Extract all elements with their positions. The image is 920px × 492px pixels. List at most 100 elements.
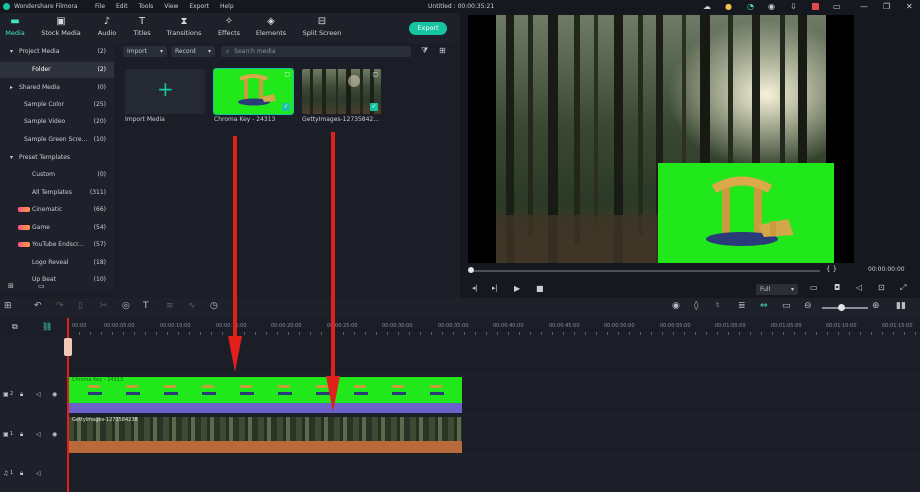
speed-icon[interactable]: ◷ <box>210 301 218 311</box>
media-item-chroma-key[interactable]: ▢ ✓ <box>213 68 294 115</box>
step-back-icon[interactable]: ◂| <box>472 284 478 292</box>
menu-edit[interactable]: Edit <box>116 3 128 10</box>
timeline-clip-chroma-key[interactable]: Chroma Key - 24313 <box>68 377 462 413</box>
zoom-out-icon[interactable]: ⊖ <box>804 301 812 311</box>
sidebar-item-cinematic[interactable]: Cinematic (66) <box>0 202 114 218</box>
media-item-forest[interactable]: ▢ ✓ <box>302 69 381 114</box>
tab-media[interactable]: ▬ Media <box>4 15 26 37</box>
split-icon[interactable]: ✂ <box>100 301 108 311</box>
menu-export[interactable]: Export <box>189 3 209 10</box>
redo-icon[interactable]: ↷ <box>56 301 64 311</box>
shield-icon[interactable]: ◊ <box>694 301 698 311</box>
sidebar-item-folder[interactable]: Folder (2) <box>0 62 114 78</box>
sidebar-item-up-beat[interactable]: Up Beat (10) <box>0 272 114 288</box>
search-input[interactable]: ⌕ Search media <box>221 46 411 57</box>
minimize-icon[interactable]: — <box>860 0 868 13</box>
snapshot-icon[interactable]: ◘ <box>834 283 840 292</box>
mute-icon[interactable]: ◁ <box>36 391 41 398</box>
lock-icon[interactable]: 🔒︎ <box>20 391 23 399</box>
tab-audio[interactable]: ♪ Audio <box>96 15 118 37</box>
green-screen-overlay[interactable] <box>658 163 834 263</box>
link-icon[interactable]: ⛓ <box>42 322 52 331</box>
timeline-ruler[interactable]: 00:00 00:00:05:00 00:00:10:00 00:00:15:0… <box>68 318 920 336</box>
sidebar-item-youtube-endscreen[interactable]: YouTube Endscr... (57) <box>0 237 114 253</box>
monitor-icon[interactable]: ▭ <box>810 283 818 292</box>
mute-icon[interactable]: ◁ <box>36 470 41 477</box>
lock-icon[interactable]: 🔒︎ <box>20 470 23 478</box>
mute-icon[interactable]: ◁ <box>36 431 41 438</box>
preview-canvas[interactable] <box>468 15 854 263</box>
headset-icon[interactable]: ◔ <box>747 0 754 13</box>
delete-icon[interactable]: ▯ <box>78 301 83 311</box>
panel-toggle-icon[interactable]: ▮▮ <box>896 301 906 311</box>
account-icon[interactable]: ◉ <box>768 0 775 13</box>
tab-titles[interactable]: T Titles <box>130 15 154 37</box>
stop-icon[interactable]: ■ <box>536 284 544 293</box>
import-dropdown[interactable]: Import ▾ <box>123 46 167 57</box>
lock-icon[interactable]: 🔒︎ <box>20 431 23 439</box>
menu-help[interactable]: Help <box>220 3 234 10</box>
sidebar-item-sample-video[interactable]: Sample Video (20) <box>0 114 114 130</box>
render-icon[interactable]: ⊡ <box>878 283 885 292</box>
notification-icon[interactable] <box>812 3 819 10</box>
fullscreen-icon[interactable]: ⤢ <box>900 283 906 293</box>
auto-ripple-icon[interactable]: ⇔ <box>760 301 768 311</box>
scrubber-handle[interactable] <box>468 267 474 273</box>
filter-icon[interactable]: ⧩ <box>421 46 428 56</box>
preview-scrubber[interactable] <box>470 270 820 272</box>
microphone-icon[interactable]: ♮ <box>716 301 719 311</box>
tab-effects[interactable]: ✧ Effects <box>216 15 242 37</box>
sidebar-item-all-templates[interactable]: All Templates (311) <box>0 185 114 201</box>
new-folder-icon[interactable]: ⊞ <box>8 282 14 290</box>
snap-icon[interactable]: ▭ <box>782 301 791 311</box>
restore-icon[interactable]: ❐ <box>883 0 890 13</box>
adjust-icon[interactable]: ≡ <box>166 301 174 311</box>
volume-icon[interactable]: ◁ <box>856 283 862 292</box>
sidebar-item-sample-green-screen[interactable]: Sample Green Scre... (10) <box>0 132 114 148</box>
playhead-handle[interactable] <box>64 338 72 356</box>
tab-split-screen[interactable]: ⊟ Split Screen <box>302 15 342 37</box>
download-icon[interactable]: ⇩ <box>790 0 797 13</box>
eye-icon[interactable]: ◉ <box>52 431 57 438</box>
undo-icon[interactable]: ↶ <box>34 301 42 311</box>
sidebar-item-project-media[interactable]: ▾ Project Media (2) <box>0 44 114 60</box>
close-icon[interactable]: ✕ <box>906 0 913 13</box>
sidebar-item-logo-reveal[interactable]: Logo Reveal (18) <box>0 255 114 271</box>
window-menu-icon[interactable]: ▭ <box>833 0 841 13</box>
timeline-clip-forest[interactable]: GettyImages-1273584238 <box>68 417 462 453</box>
zoom-in-icon[interactable]: ⊕ <box>872 301 880 311</box>
zoom-slider[interactable] <box>822 307 868 309</box>
eye-icon[interactable]: ◉ <box>52 391 57 398</box>
record-dropdown[interactable]: Record ▾ <box>171 46 215 57</box>
menu-tools[interactable]: Tools <box>139 3 154 10</box>
sidebar-item-custom[interactable]: Custom (0) <box>0 167 114 183</box>
color-tag-icon[interactable]: ◎ <box>122 301 130 311</box>
mixer-icon[interactable]: ≣ <box>738 301 746 311</box>
quality-dropdown[interactable]: Full ▾ <box>756 284 798 295</box>
zoom-slider-handle[interactable] <box>838 304 845 311</box>
play-icon[interactable]: ▶ <box>514 284 520 293</box>
bulb-icon[interactable]: ● <box>725 0 732 13</box>
audio-wave-icon[interactable]: ∿ <box>188 301 196 311</box>
add-track-icon[interactable]: ⧉ <box>12 322 18 332</box>
tab-stock-media[interactable]: ▣ Stock Media <box>40 15 82 37</box>
layout-grid-icon[interactable]: ⊞ <box>4 301 12 311</box>
sidebar-item-sample-color[interactable]: Sample Color (25) <box>0 97 114 113</box>
mark-brackets[interactable]: { } <box>826 265 837 273</box>
tab-elements[interactable]: ◈ Elements <box>255 15 287 37</box>
sidebar-item-shared-media[interactable]: ▸ Shared Media (0) <box>0 80 114 96</box>
text-tool-icon[interactable]: T <box>143 301 149 311</box>
sidebar-item-game[interactable]: Game (54) <box>0 220 114 236</box>
track-header-video-1: ▣ 1 🔒︎ ◁ ◉ <box>0 416 66 454</box>
import-media-tile[interactable]: + <box>125 69 205 114</box>
folder-add-icon[interactable]: ▭ <box>38 282 45 290</box>
tab-transitions[interactable]: ⧗ Transitions <box>166 15 202 37</box>
sidebar-item-preset-templates[interactable]: ▾ Preset Templates <box>0 150 114 166</box>
play-frame-icon[interactable]: ▸| <box>492 284 498 292</box>
menu-file[interactable]: File <box>95 3 105 10</box>
menu-view[interactable]: View <box>164 3 178 10</box>
export-button[interactable]: Export <box>409 22 447 35</box>
render-preview-icon[interactable]: ◉ <box>672 301 680 311</box>
grid-view-icon[interactable]: ⊞ <box>439 46 446 55</box>
cloud-icon[interactable]: ☁ <box>703 0 711 13</box>
